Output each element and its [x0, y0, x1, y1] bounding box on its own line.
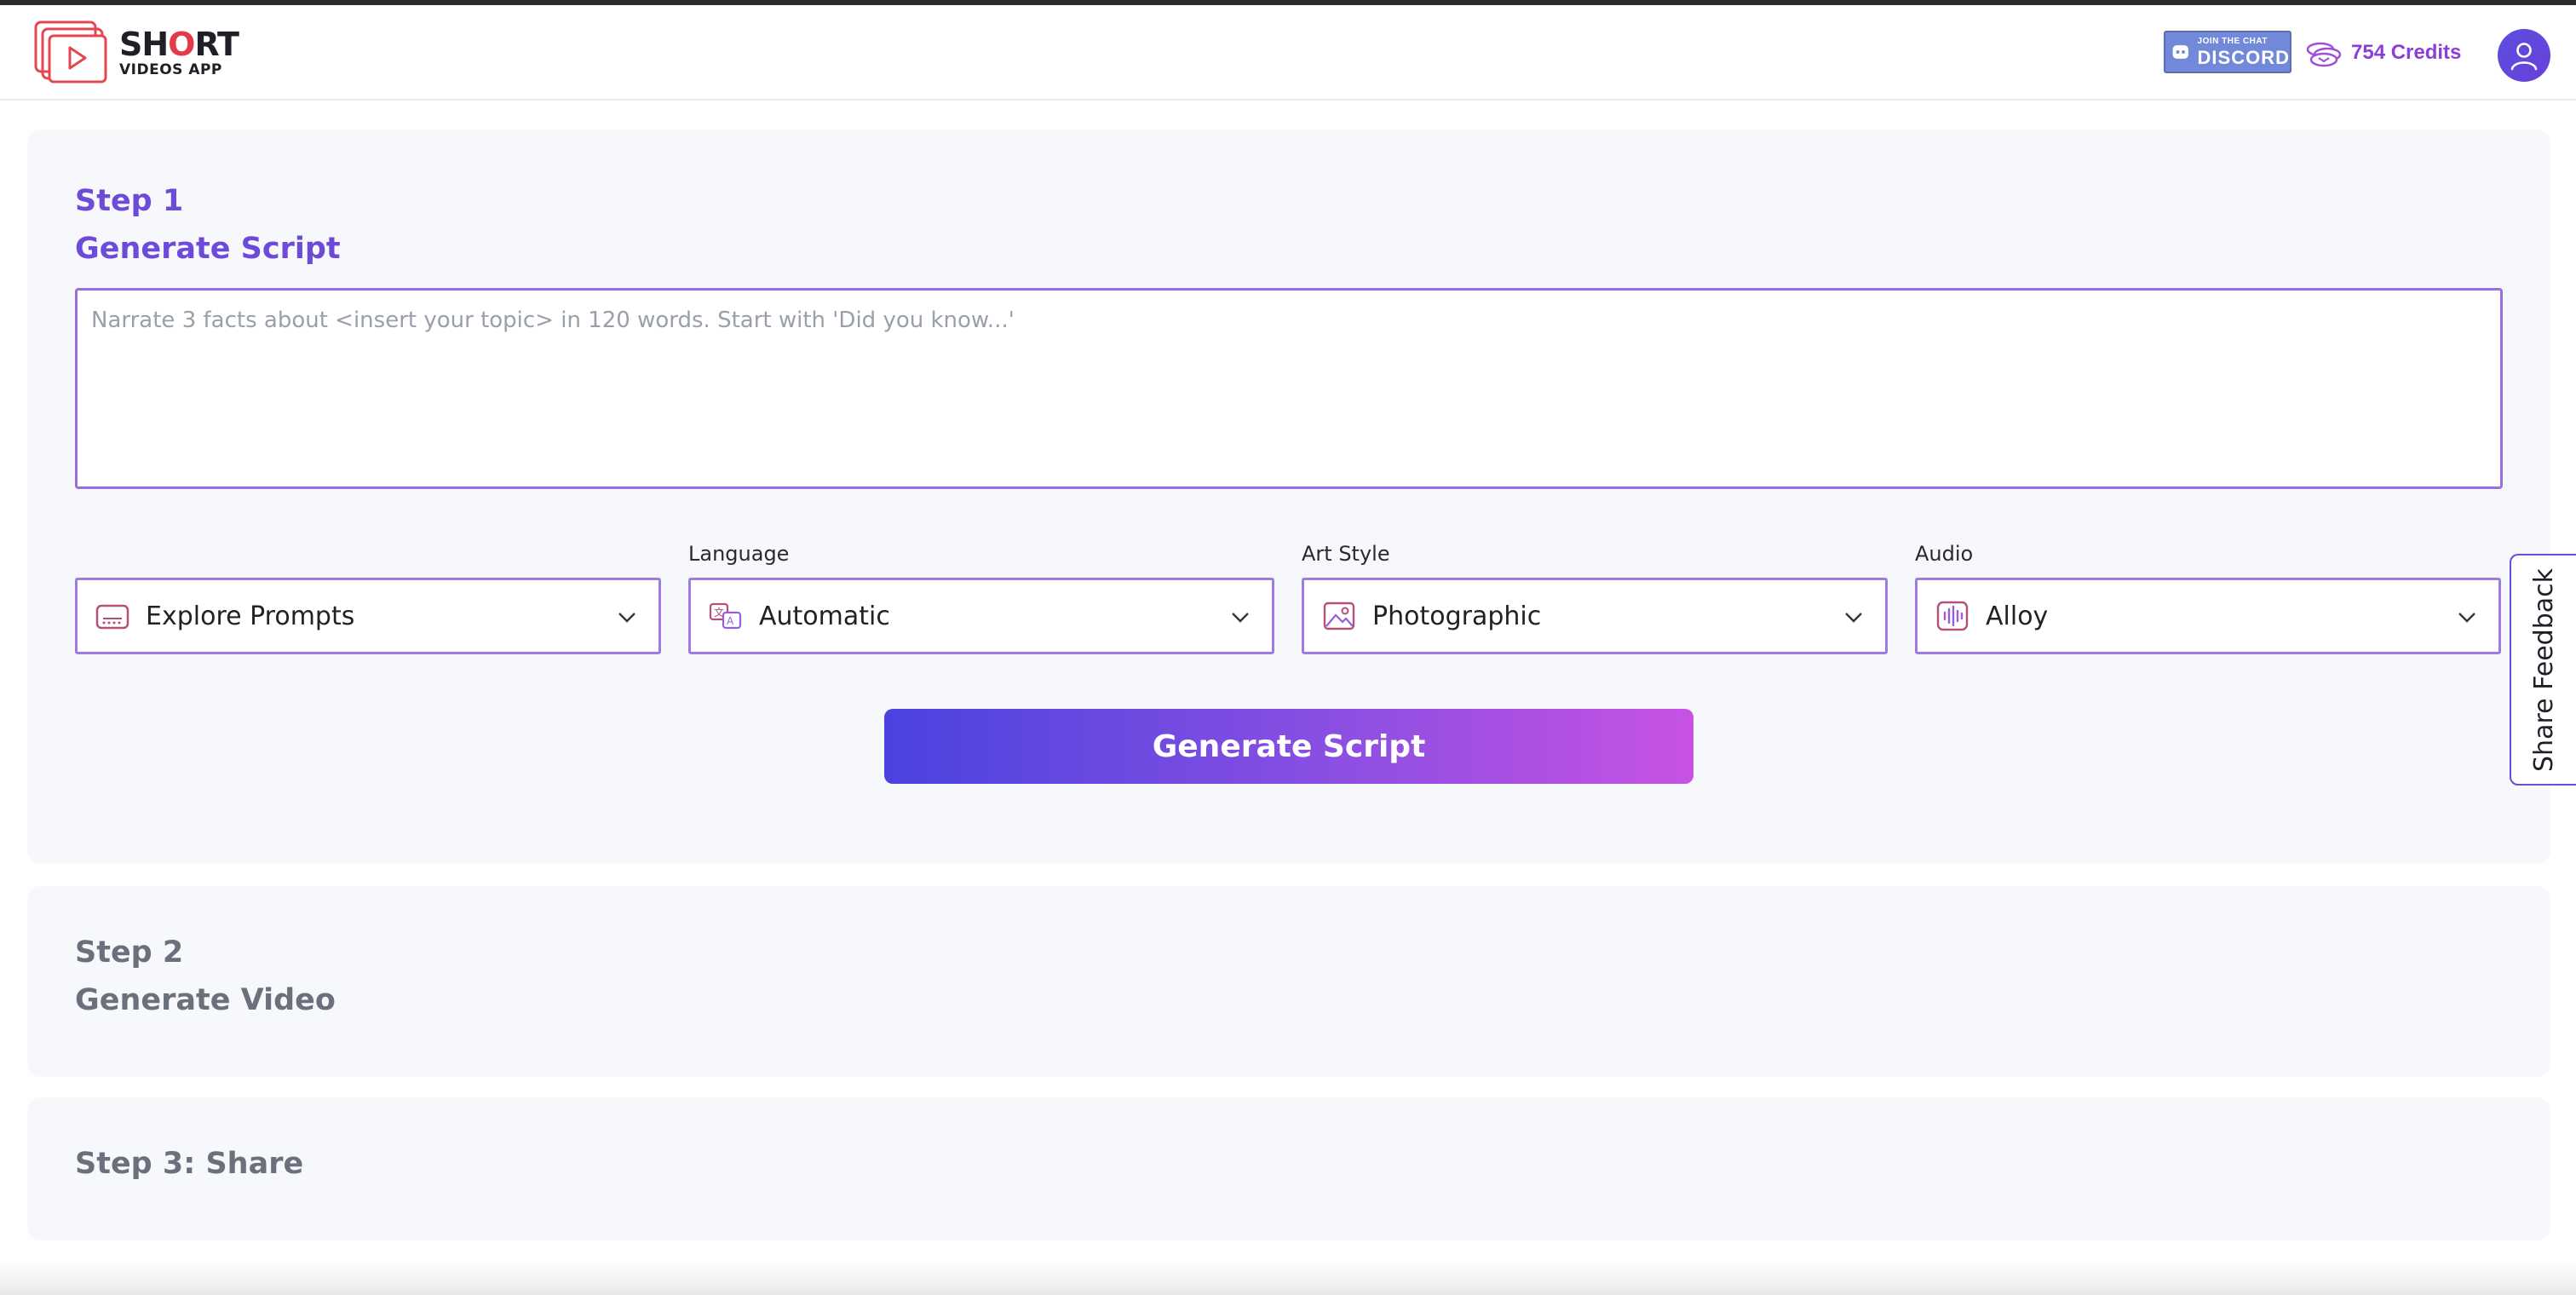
discord-big-text: DISCORD — [2197, 46, 2290, 68]
step1-title: Generate Script — [75, 232, 341, 266]
language-value: Automatic — [759, 601, 890, 631]
share-feedback-tab[interactable]: Share Feedback — [2510, 554, 2576, 786]
credits-count: 754 Credits — [2351, 41, 2462, 64]
image-icon — [1323, 601, 1355, 630]
app-header: SHORT VIDEOS APP JOIN THE CHAT DISCORD 7… — [0, 5, 2576, 101]
explore-prompts-value: Explore Prompts — [146, 601, 355, 631]
keyboard-icon — [95, 604, 129, 630]
waveform-icon — [1936, 601, 1969, 631]
art-style-select[interactable]: Photographic — [1302, 578, 1888, 654]
chevron-down-icon — [1845, 613, 1862, 623]
logo-title: SHORT — [119, 26, 239, 63]
audio-label: Audio — [1915, 542, 1974, 566]
app-logo[interactable]: SHORT VIDEOS APP — [34, 19, 239, 87]
chevron-down-icon — [618, 613, 635, 623]
user-icon — [2510, 43, 2538, 71]
art-style-label: Art Style — [1302, 542, 1390, 566]
language-label: Language — [688, 542, 790, 566]
step3-card[interactable]: Step 3: Share — [27, 1097, 2550, 1240]
step1-card: Step 1 Generate Script Explore Prompts L… — [27, 130, 2550, 864]
discord-small-text: JOIN THE CHAT — [2197, 36, 2268, 46]
step2-number: Step 2 — [75, 935, 184, 970]
step1-number: Step 1 — [75, 184, 184, 218]
generate-script-button[interactable]: Generate Script — [884, 709, 1693, 784]
audio-value: Alloy — [1986, 601, 2049, 631]
chevron-down-icon — [1232, 613, 1249, 623]
translate-icon: 文 A — [709, 602, 742, 630]
credits-display[interactable]: 754 Credits — [2305, 36, 2461, 70]
explore-prompts-select[interactable]: Explore Prompts — [75, 578, 661, 654]
script-input[interactable] — [75, 288, 2503, 489]
user-avatar[interactable] — [2498, 29, 2550, 82]
logo-subtitle: VIDEOS APP — [119, 61, 222, 78]
art-style-value: Photographic — [1372, 601, 1542, 631]
step2-title: Generate Video — [75, 983, 336, 1017]
svg-text:A: A — [727, 615, 734, 627]
step2-card[interactable]: Step 2 Generate Video — [27, 886, 2550, 1077]
discord-join-badge[interactable]: JOIN THE CHAT DISCORD — [2164, 31, 2291, 73]
svg-text:文: 文 — [714, 606, 724, 619]
discord-icon — [2172, 45, 2188, 59]
share-feedback-label: Share Feedback — [2528, 567, 2559, 772]
bottom-shadow — [0, 1261, 2576, 1295]
chevron-down-icon — [2458, 613, 2475, 623]
coins-icon — [2306, 42, 2342, 67]
language-select[interactable]: 文 A Automatic — [688, 578, 1274, 654]
logo-play-icon — [34, 20, 107, 83]
step3-title: Step 3: Share — [75, 1147, 304, 1181]
audio-select[interactable]: Alloy — [1915, 578, 2501, 654]
